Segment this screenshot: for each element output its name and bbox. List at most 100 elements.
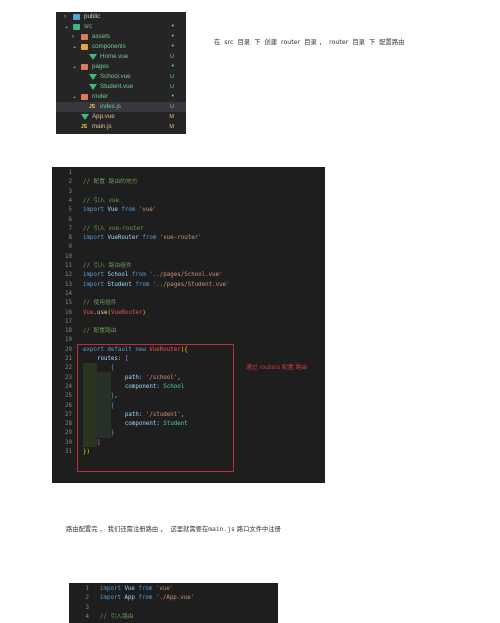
git-status-badge: U [170,74,174,80]
line-number: 16 [65,309,72,316]
folder-icon [81,34,88,40]
tree-item-pages[interactable]: ⌄ pages • [56,62,186,72]
line-number: 2 [68,179,73,186]
line-number: 12 [65,272,72,279]
line-number: 4 [68,197,73,204]
tree-item-label: Student.vue [100,83,134,90]
code-line: 8 import VueRouter from 'vue-router' [52,234,325,243]
chevron-right-icon[interactable]: › [72,32,74,42]
code-line: 1 [52,169,325,178]
git-status-badge: • [171,33,174,40]
tree-item-src[interactable]: ⌄ src • [56,22,186,32]
line-number: 23 [65,374,72,381]
line-number: 1 [68,170,73,176]
code-text: import Vue from 'vue' [83,207,157,214]
chevron-down-icon[interactable]: ⌄ [72,62,77,72]
git-status-badge: U [170,104,174,110]
tree-item-home-vue[interactable]: Home.vue U [56,52,186,62]
git-status-badge: • [171,63,174,70]
line-number: 27 [65,411,72,418]
code-line: 3 [52,188,325,197]
code-line: 18 // 配置路由 [52,327,325,336]
tree-item-student-vue[interactable]: Student.vue U [56,82,186,92]
tree-item-components[interactable]: ⌄ components • [56,42,186,52]
tree-item-label: router [92,93,109,100]
line-number: 3 [68,188,73,195]
note-filename: main.js [208,526,235,533]
code-line: 5 import Vue from 'vue' [52,206,325,215]
tree-item-label: components [92,43,126,50]
line-number: 19 [65,337,72,344]
code-line: 12 import School from '../pages/School.vu… [52,271,325,280]
code-text: import Student from '../pages/Student.vu… [83,281,230,288]
tree-item-school-vue[interactable]: School.vue U [56,72,186,82]
code-line: 14 [52,290,325,299]
git-status-badge: U [170,84,174,90]
file-explorer: › public ⌄ src • › assets • ⌄ components • Home.vue… [56,12,186,134]
code-line: 7 // 引入 vue-router [52,225,325,234]
line-number: 29 [65,430,72,437]
line-number: 30 [65,439,72,446]
code-line: 10 [52,253,325,262]
git-status-badge: • [171,23,174,30]
tree-item-app-vue[interactable]: App.vue M [56,112,186,122]
chevron-right-icon[interactable]: › [64,12,66,22]
code-line: 4 // 引入路由 [69,613,278,622]
line-number: 10 [65,253,72,260]
folder-icon [81,44,88,50]
js-file-icon: JS [89,104,96,110]
code-line: 16 Vue.use(VueRouter) [52,309,325,318]
tree-item-assets[interactable]: › assets • [56,32,186,42]
git-status-badge: • [171,93,174,100]
instruction-text-top: 在 src 目录 下 创建 router 目录 ， router 目录 下 配置… [214,39,405,46]
tree-item-public[interactable]: › public [56,12,186,22]
code-text: import App from './App.vue' [100,595,195,602]
line-number: 31 [65,449,72,455]
code-line: 2 // 配置 路由的地方 [52,178,325,187]
note-text: 路由配置完 ， 我们还需注册路由 ， 这里就需要在 [66,526,209,533]
tree-item-main-js[interactable]: JS main.js M [56,122,186,132]
tree-item-index-js[interactable]: JS index.js U [56,102,186,112]
line-number: 8 [68,235,73,242]
code-line: 6 [52,216,325,225]
code-text: // 引入 vue-router [83,225,144,232]
tree-item-label: assets [92,33,110,40]
line-number: 17 [65,318,72,325]
line-number: 25 [65,393,72,400]
code-line: 9 [52,243,325,252]
line-number: 21 [65,356,72,362]
tree-item-label: main.js [92,123,112,130]
code-line: 17 [52,318,325,327]
line-number: 11 [65,263,72,269]
chevron-down-icon[interactable]: ⌄ [72,42,77,52]
tree-item-label: App.vue [92,113,115,120]
line-number: 6 [68,216,73,223]
line-number: 24 [65,383,72,390]
code-line: 1 import Vue from 'vue' [69,585,278,594]
tree-item-label: index.js [100,103,121,110]
line-number: 26 [65,402,72,409]
tree-item-label: School.vue [100,73,131,80]
folder-icon [73,14,80,20]
tree-item-router[interactable]: ⌄ router • [56,92,186,102]
line-number: 15 [65,300,72,307]
line-number: 13 [65,281,72,288]
chevron-down-icon[interactable]: ⌄ [64,22,69,32]
routes-highlight-box [77,344,234,472]
instruction-text-bottom: 路由配置完 ， 我们还需注册路由 ， 这里就需要在main.js 路口文件中注册 [66,524,281,533]
vue-file-icon [81,114,89,120]
line-number: 4 [85,613,90,620]
tree-item-label: pages [92,63,109,70]
code-line: 4 // 引入 vue [52,197,325,206]
line-number: 1 [85,586,90,592]
tree-item-label: Home.vue [100,53,129,60]
vue-file-icon [89,54,97,60]
code-line: 15 // 使用插件 [52,299,325,308]
code-text: // 引入路由 [100,613,134,620]
folder-icon [81,94,88,100]
line-number: 22 [65,365,72,372]
code-line: 13 import Student from '../pages/Student.… [52,281,325,290]
code-text: Vue.use(VueRouter) [83,309,146,316]
line-number: 7 [68,225,73,232]
chevron-down-icon[interactable]: ⌄ [72,92,77,102]
